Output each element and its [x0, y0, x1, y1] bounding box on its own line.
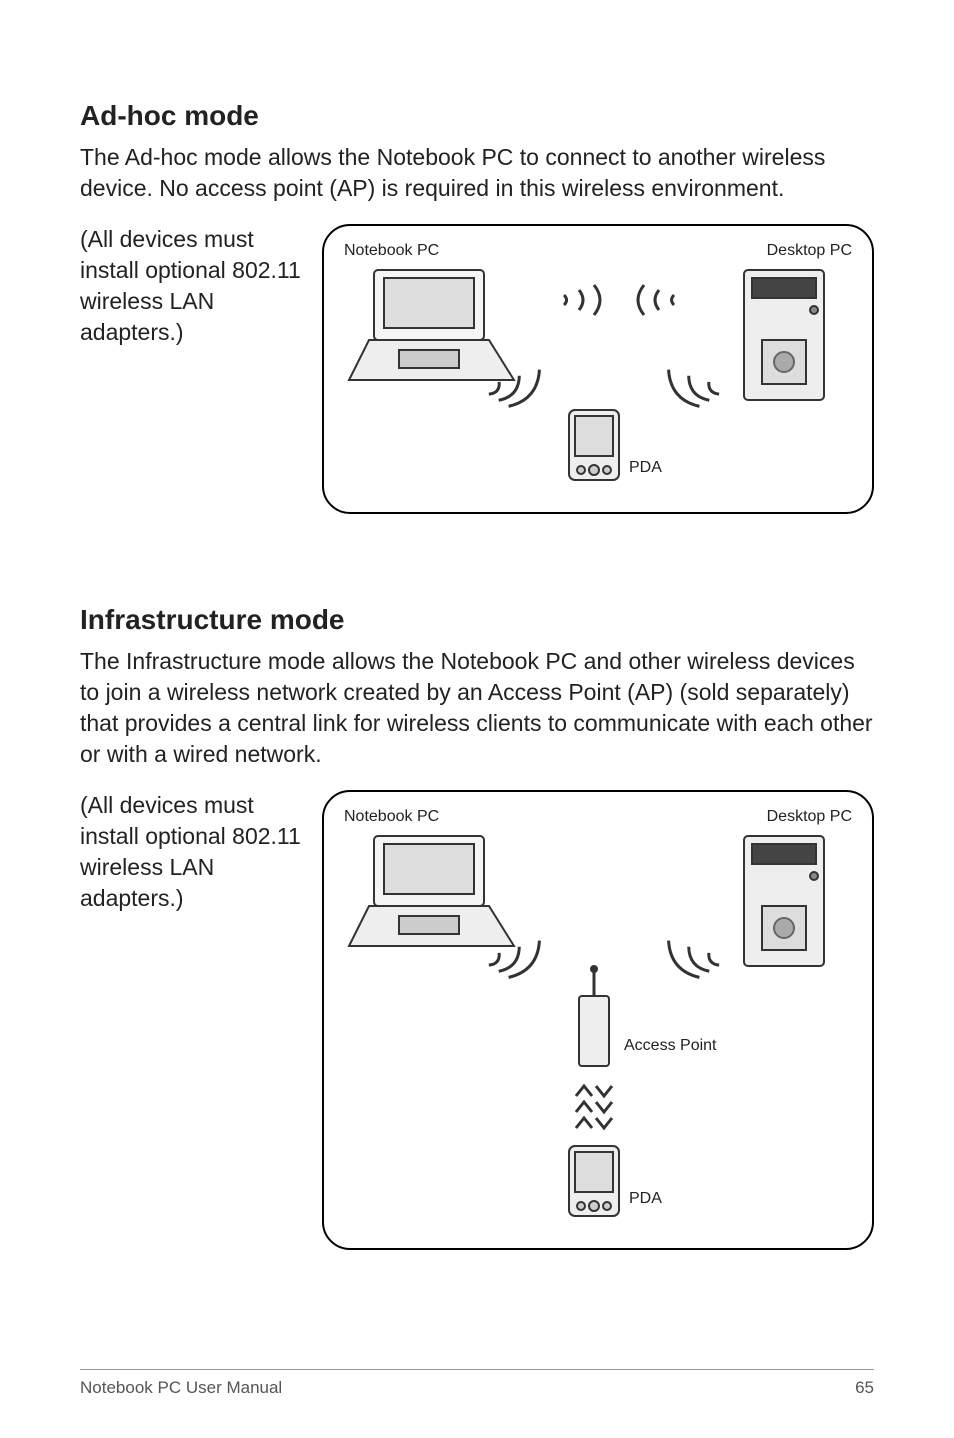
- adhoc-diagram: Notebook PC Desktop PC: [322, 224, 874, 514]
- adhoc-para1: The Ad-hoc mode allows the Notebook PC t…: [80, 142, 874, 204]
- notebook-icon: [349, 270, 514, 380]
- signal-ap-pda-icon: [576, 1086, 612, 1128]
- infra-para2: (All devices must install optional 802.1…: [80, 790, 310, 914]
- access-point-icon: [579, 966, 609, 1066]
- adhoc-notebook-label: Notebook PC: [344, 242, 439, 260]
- footer-title: Notebook PC User Manual: [80, 1378, 282, 1398]
- adhoc-diagram-svg: [344, 260, 844, 490]
- adhoc-desktop-label: Desktop PC: [767, 242, 852, 260]
- infra-ap-label: Access Point: [624, 1037, 716, 1055]
- infra-notebook-label: Notebook PC: [344, 808, 439, 826]
- pda-icon: [569, 1146, 619, 1216]
- section-infra: Infrastructure mode The Infrastructure m…: [80, 604, 874, 1250]
- infra-diagram-svg: [344, 826, 844, 1226]
- adhoc-title: Ad-hoc mode: [80, 100, 874, 132]
- infra-pda-label: PDA: [629, 1190, 662, 1208]
- signal-desktop-pda-icon: [662, 370, 719, 413]
- pda-icon: [569, 410, 619, 480]
- adhoc-pda-label: PDA: [629, 459, 662, 477]
- desktop-icon: [744, 836, 824, 966]
- footer-page: 65: [855, 1378, 874, 1398]
- desktop-icon: [744, 270, 824, 400]
- adhoc-para2: (All devices must install optional 802.1…: [80, 224, 310, 348]
- section-gap: [80, 514, 874, 604]
- signal-horizontal-icon: [564, 285, 674, 315]
- section-adhoc: Ad-hoc mode The Ad-hoc mode allows the N…: [80, 100, 874, 514]
- adhoc-diagram-top: Notebook PC Desktop PC: [344, 242, 852, 260]
- adhoc-row: (All devices must install optional 802.1…: [80, 224, 874, 514]
- notebook-icon: [349, 836, 514, 946]
- page-footer: Notebook PC User Manual 65: [80, 1369, 874, 1398]
- infra-desktop-label: Desktop PC: [767, 808, 852, 826]
- infra-title: Infrastructure mode: [80, 604, 874, 636]
- infra-diagram-top: Notebook PC Desktop PC: [344, 808, 852, 826]
- infra-row: (All devices must install optional 802.1…: [80, 790, 874, 1250]
- infra-para1: The Infrastructure mode allows the Noteb…: [80, 646, 874, 770]
- signal-dt-ap-icon: [662, 941, 719, 984]
- infra-diagram: Notebook PC Desktop PC: [322, 790, 874, 1250]
